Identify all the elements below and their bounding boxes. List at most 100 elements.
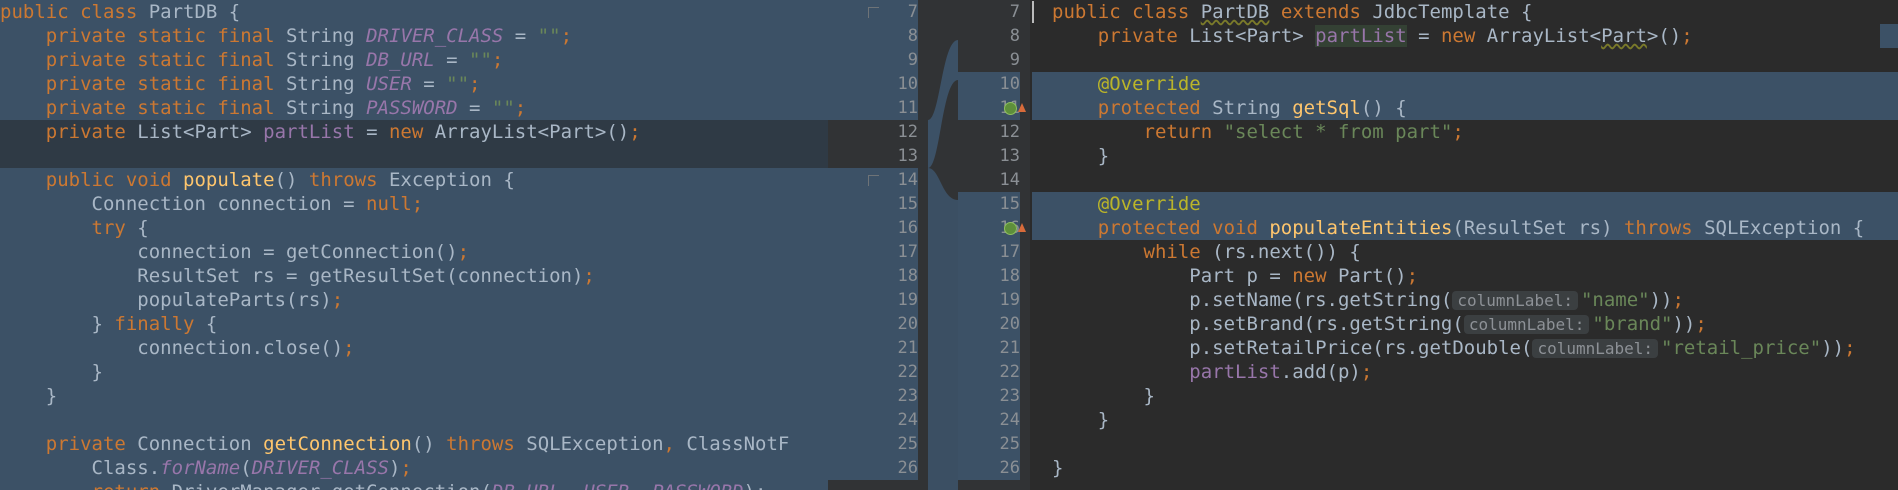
code-line[interactable]: Connection connection = null; (0, 192, 828, 216)
change-marker[interactable] (1880, 24, 1898, 48)
code-line[interactable] (1032, 168, 1898, 192)
code-token: p.setRetailPrice(rs.getDouble( (1052, 337, 1533, 359)
code-token: ; (583, 265, 595, 287)
code-token: Part() (1337, 265, 1407, 287)
code-line[interactable]: } (1032, 456, 1898, 480)
code-token: p.setBrand(rs.getString( (1052, 313, 1464, 335)
code-line[interactable]: @Override (1032, 192, 1898, 216)
code-line[interactable]: private List<Part> partList = new ArrayL… (1032, 24, 1898, 48)
code-line[interactable]: return "select * from part"; (1032, 120, 1898, 144)
code-token: partList (1189, 361, 1281, 383)
code-line[interactable]: return DriverManager.getConnection(DB_UR… (0, 480, 828, 490)
code-line[interactable]: ResultSet rs = getResultSet(connection); (0, 264, 828, 288)
code-line[interactable]: try { (0, 216, 828, 240)
code-line[interactable]: } (1032, 144, 1898, 168)
code-line[interactable]: } (1032, 408, 1898, 432)
right-code-pane[interactable]: public class PartDB extends JdbcTemplate… (1032, 0, 1898, 490)
fold-marker-icon[interactable] (868, 175, 879, 186)
line-number: 21 (828, 336, 918, 360)
code-line[interactable]: } (0, 360, 828, 384)
line-number: 21 (958, 336, 1020, 360)
code-token: return (92, 481, 172, 490)
code-line[interactable]: populateParts(rs); (0, 288, 828, 312)
code-token: ); (744, 481, 767, 490)
left-code-pane[interactable]: public class PartDB { private static fin… (0, 0, 828, 490)
code-line[interactable]: p.setBrand(rs.getString(columnLabel: "bra… (1032, 312, 1898, 336)
line-number: 23 (958, 384, 1020, 408)
code-line[interactable]: protected String getSql() { (1032, 96, 1898, 120)
code-line[interactable]: connection = getConnection(); (0, 240, 828, 264)
line-number: 12 (999, 122, 1020, 142)
code-token: Part (1601, 25, 1647, 47)
code-token: getConnection (263, 433, 412, 455)
code-line[interactable]: private List<Part> partList = new ArrayL… (0, 120, 828, 144)
code-line[interactable]: private static final String USER = ""; (0, 72, 828, 96)
override-method-icon[interactable] (1004, 222, 1017, 235)
line-number: 20 (828, 312, 918, 336)
code-token: @Override (1097, 73, 1201, 95)
code-token: Class. (0, 457, 161, 479)
change-marker[interactable] (1880, 96, 1898, 120)
code-token: ; (331, 289, 344, 311)
parameter-hint: columnLabel: (1532, 339, 1659, 358)
parameter-hint: columnLabel: (1452, 291, 1578, 310)
code-token: )) (1821, 337, 1845, 359)
code-token: ArrayList< (1486, 25, 1602, 47)
code-token: ; (1672, 289, 1684, 311)
line-number: 23 (828, 384, 918, 408)
code-token: { (205, 313, 218, 335)
code-line[interactable]: private Connection getConnection() throw… (0, 432, 828, 456)
code-line[interactable]: public void populate() throws Exception … (0, 168, 828, 192)
line-number: 9 (828, 48, 918, 72)
code-line[interactable]: } finally { (0, 312, 828, 336)
code-line[interactable]: Class.forName(DRIVER_CLASS); (0, 456, 828, 480)
diff-editor: public class PartDB { private static fin… (0, 0, 1898, 490)
code-line[interactable]: while (rs.next()) { (1032, 240, 1898, 264)
code-line[interactable]: private static final String DRIVER_CLASS… (0, 24, 828, 48)
code-token: DRIVER_CLASS (251, 457, 389, 479)
code-line[interactable]: public class PartDB extends JdbcTemplate… (1032, 0, 1898, 24)
code-line[interactable]: connection.close(); (0, 336, 828, 360)
code-line[interactable] (1032, 48, 1898, 72)
code-token: (ResultSet rs) (1452, 217, 1624, 239)
code-line[interactable]: p.setRetailPrice(rs.getDouble(columnLabe… (1032, 336, 1898, 360)
code-token: ResultSet rs = getResultSet(connection) (0, 265, 584, 287)
code-token: p.setName(rs.getString( (1052, 289, 1453, 311)
code-line[interactable]: private static final String PASSWORD = "… (0, 96, 828, 120)
code-token: } (0, 313, 115, 335)
code-line[interactable]: Part p = new Part(); (1032, 264, 1898, 288)
code-token: ArrayList<Part>() (434, 121, 630, 143)
code-line[interactable] (1032, 432, 1898, 456)
code-token: ; (560, 25, 573, 47)
code-token: (rs.next()) { (1212, 241, 1361, 263)
code-token: SQLException (526, 433, 664, 455)
code-token: private static final (45, 97, 286, 119)
code-token: getSql (1292, 97, 1361, 119)
code-line[interactable]: p.setName(rs.getString(columnLabel: "name… (1032, 288, 1898, 312)
code-line[interactable] (0, 144, 828, 168)
code-line[interactable]: } (1032, 384, 1898, 408)
code-token: String (1212, 97, 1293, 119)
code-token: String (285, 97, 367, 119)
override-method-icon[interactable] (1004, 102, 1017, 115)
fold-marker-icon[interactable] (868, 7, 879, 18)
code-token: new (1440, 25, 1487, 47)
code-token: String (285, 25, 367, 47)
code-line[interactable]: } (0, 384, 828, 408)
code-line[interactable]: protected void populateEntities(ResultSe… (1032, 216, 1898, 240)
code-line[interactable]: public class PartDB { (0, 0, 828, 24)
code-token: connection = getConnection() (0, 241, 458, 263)
code-token: @Override (1097, 193, 1201, 215)
code-line[interactable]: @Override (1032, 72, 1898, 96)
code-line[interactable]: partList.add(p); (1032, 360, 1898, 384)
right-line-number-gutter: 7891011121314151617181920212223242526 (958, 0, 1030, 490)
code-line[interactable] (0, 408, 828, 432)
code-line[interactable]: private static final String DB_URL = ""; (0, 48, 828, 72)
code-token: populateEntities (1269, 217, 1453, 239)
